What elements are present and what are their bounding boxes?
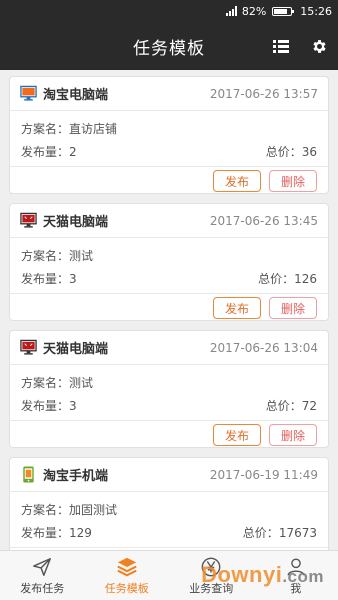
- created-time: 2017-06-26 13:04: [209, 340, 318, 355]
- watermark-logo: Downyi.com: [201, 562, 324, 587]
- list-icon[interactable]: [273, 39, 289, 53]
- total-label: 总价：: [242, 526, 279, 540]
- plan-value: 直访店铺: [69, 122, 118, 136]
- card-body: 方案名： 测试发布量： 3 总价： 126: [10, 238, 328, 294]
- battery-icon: [272, 6, 295, 16]
- qty-label: 发布量：: [21, 272, 70, 286]
- taobao-mobile-icon: [23, 466, 34, 483]
- publish-button[interactable]: 发布: [213, 170, 261, 192]
- card-body: 方案名： 直访店铺发布量： 2 总价： 36: [10, 111, 328, 167]
- battery-percent: 82%: [241, 4, 267, 18]
- plan-value: 加固测试: [69, 503, 118, 517]
- plan-label: 方案名：: [21, 249, 70, 263]
- delete-button[interactable]: 删除: [269, 424, 317, 446]
- qty-value: 3: [69, 271, 77, 286]
- template-card[interactable]: 天猫电脑端 2017-06-26 13:04 方案名： 测试发布量： 3 总价： 72 发布删…: [9, 330, 329, 448]
- tab-label: 发布任务: [20, 581, 65, 595]
- platform-name: 淘宝电脑端: [43, 88, 109, 103]
- layers-icon: [117, 557, 137, 576]
- page-title: 任务模板: [133, 38, 205, 59]
- total-label: 总价：: [265, 399, 302, 413]
- card-actions: 发布删除: [10, 294, 328, 322]
- tab-task-template[interactable]: 任务模板: [85, 551, 170, 600]
- tab-label: 任务模板: [104, 581, 149, 595]
- created-time: 2017-06-19 11:49: [209, 467, 318, 482]
- template-card[interactable]: 淘宝电脑端 2017-06-26 13:57 方案名： 直访店铺发布量： 2 总价： 36 发…: [9, 76, 329, 194]
- plan-value: 测试: [69, 376, 94, 390]
- publish-button[interactable]: 发布: [213, 424, 261, 446]
- tmall-pc-icon: [20, 339, 37, 355]
- card-actions: 发布删除: [10, 167, 328, 195]
- clock: 15:26: [300, 4, 332, 18]
- total-value: 36: [301, 144, 317, 159]
- platform-name: 天猫电脑端: [43, 342, 109, 357]
- qty-label: 发布量：: [21, 526, 70, 540]
- signal-icon: [225, 6, 238, 16]
- card-header: 淘宝手机端 2017-06-19 11:49: [10, 458, 328, 492]
- status-bar: 82% 15:26: [0, 0, 338, 22]
- app-header: 任务模板: [0, 22, 338, 70]
- total-value: 17673: [278, 525, 317, 540]
- card-body: 方案名： 加固测试发布量： 129 总价： 17673: [10, 492, 328, 548]
- template-card[interactable]: 淘宝手机端 2017-06-19 11:49 方案名： 加固测试发布量： 129 总价： 1…: [9, 457, 329, 550]
- platform-name: 淘宝手机端: [43, 469, 109, 484]
- total-value: 126: [294, 271, 317, 286]
- qty-label: 发布量：: [21, 145, 70, 159]
- platform-name: 天猫电脑端: [43, 215, 109, 230]
- qty-label: 发布量：: [21, 399, 70, 413]
- card-actions: 发布删除: [10, 421, 328, 449]
- template-list[interactable]: 淘宝电脑端 2017-06-26 13:57 方案名： 直访店铺 发布量： 2 总价： 36 发…: [0, 70, 338, 550]
- delete-button[interactable]: 删除: [269, 170, 317, 192]
- plan-value: 测试: [69, 249, 94, 263]
- total-label: 总价：: [258, 272, 295, 286]
- qty-value: 129: [69, 525, 92, 540]
- taobao-pc-icon: [20, 85, 37, 101]
- tab-publish-task[interactable]: 发布任务: [0, 551, 85, 600]
- tmall-pc-icon: [20, 212, 37, 228]
- card-header: 淘宝电脑端 2017-06-26 13:57: [10, 77, 328, 111]
- delete-button[interactable]: 删除: [269, 297, 317, 319]
- total-value: 72: [301, 398, 317, 413]
- card-header: 天猫电脑端 2017-06-26 13:45: [10, 204, 328, 238]
- publish-button[interactable]: 发布: [213, 297, 261, 319]
- send-icon: [33, 557, 52, 576]
- plan-label: 方案名：: [21, 376, 70, 390]
- created-time: 2017-06-26 13:45: [209, 213, 318, 228]
- template-card[interactable]: 天猫电脑端 2017-06-26 13:45 方案名： 测试发布量： 3 总价： 126 发布…: [9, 203, 329, 321]
- qty-value: 3: [69, 398, 77, 413]
- card-header: 天猫电脑端 2017-06-26 13:04: [10, 331, 328, 365]
- card-body: 方案名： 测试发布量： 3 总价： 72: [10, 365, 328, 421]
- qty-value: 2: [69, 144, 77, 159]
- gear-icon[interactable]: [311, 38, 328, 55]
- plan-label: 方案名：: [21, 503, 70, 517]
- created-time: 2017-06-26 13:57: [209, 86, 318, 101]
- plan-label: 方案名：: [21, 122, 70, 136]
- total-label: 总价：: [265, 145, 302, 159]
